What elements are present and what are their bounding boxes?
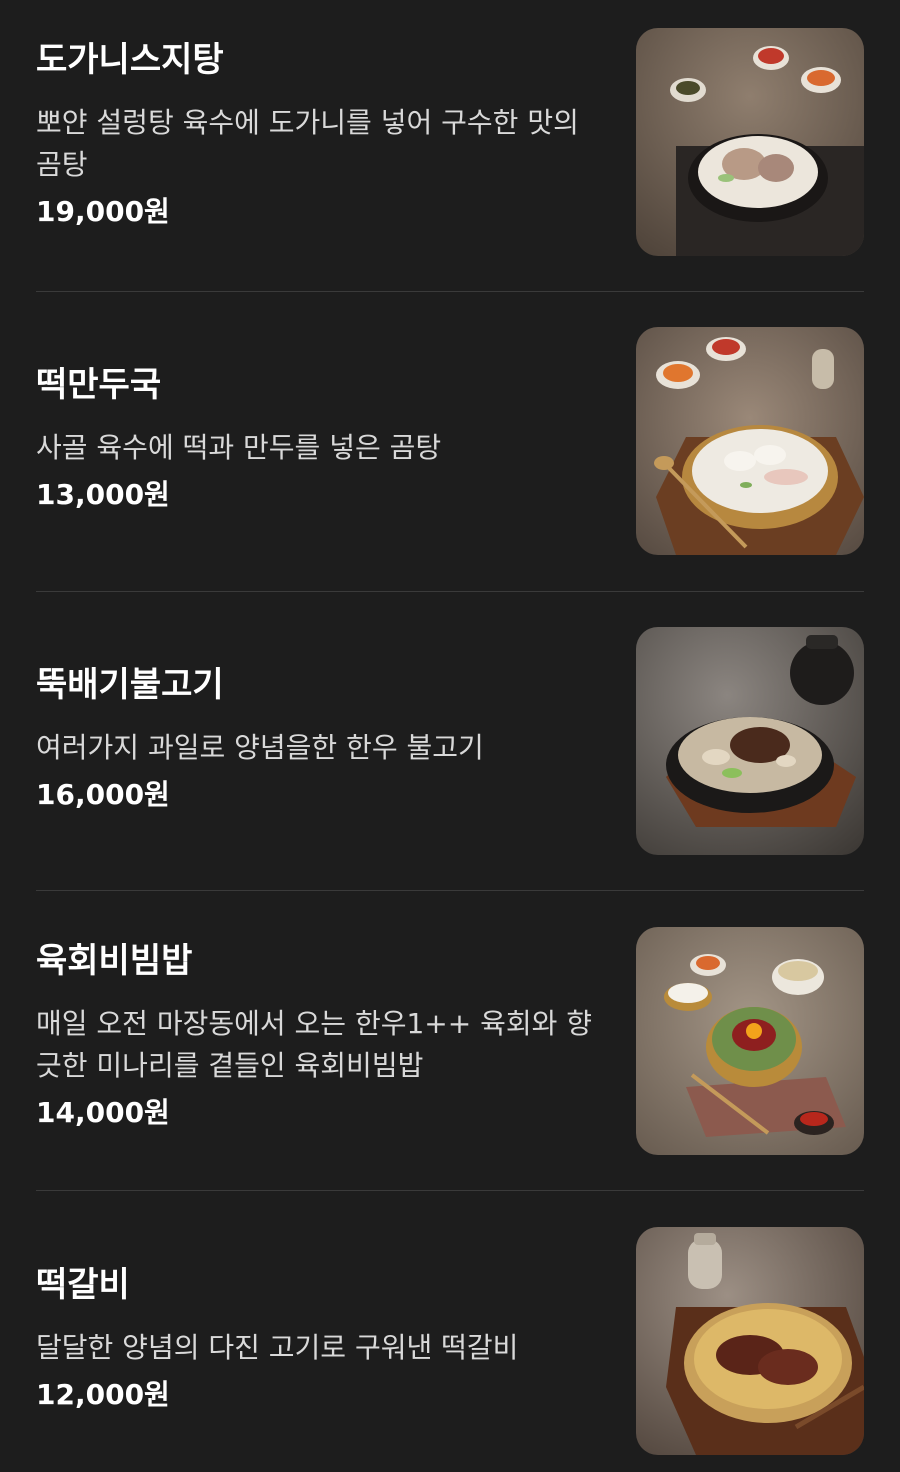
menu-item-name: 떡갈비 [36,1265,130,1305]
menu-item-price: 16,000원 [36,778,170,811]
menu-item-price: 13,000원 [36,478,170,511]
menu-item-price: 19,000원 [36,195,170,228]
divider [36,1190,864,1191]
menu-item-name: 도가니스지탕 [36,40,224,80]
menu-item-text: 뚝배기불고기 여러가지 과일로 양념을한 한우 불고기 16,000원 [36,665,606,813]
menu-item-text: 떡갈비 달달한 양념의 다진 고기로 구워낸 떡갈비 12,000원 [36,1265,606,1413]
menu-item-description: 달달한 양념의 다진 고기로 구워낸 떡갈비 [36,1331,519,1364]
menu-item-text: 육회비빔밥 매일 오전 마장동에서 오는 한우1++ 육회와 향긋한 미나리를 … [36,941,606,1131]
menu-item-description: 여러가지 과일로 양념을한 한우 불고기 [36,731,484,764]
tteokgalbi-plate-photo[interactable] [636,1227,864,1455]
menu-item-price: 12,000원 [36,1378,170,1411]
dumpling-soup-photo[interactable] [636,327,864,555]
yukhoe-bibimbap-photo[interactable] [636,927,864,1155]
menu-item-text: 떡만두국 사골 육수에 떡과 만두를 넣은 곰탕 13,000원 [36,365,606,513]
menu-item-dogani-sujitang[interactable]: 도가니스지탕 뽀얀 설렁탕 육수에 도가니를 넣어 구수한 맛의 곰탕 19,0… [36,28,864,256]
menu-item-text: 도가니스지탕 뽀얀 설렁탕 육수에 도가니를 넣어 구수한 맛의 곰탕 19,0… [36,40,606,230]
menu-item-tteokgalbi[interactable]: 떡갈비 달달한 양념의 다진 고기로 구워낸 떡갈비 12,000원 [36,1227,864,1455]
menu-item-description: 매일 오전 마장동에서 오는 한우1++ 육회와 향긋한 미나리를 곁들인 육회… [36,1007,593,1082]
menu-item-yukhoe-bibimbap[interactable]: 육회비빔밥 매일 오전 마장동에서 오는 한우1++ 육회와 향긋한 미나리를 … [36,927,864,1155]
menu-item-description: 사골 육수에 떡과 만두를 넣은 곰탕 [36,431,442,464]
divider [36,291,864,292]
menu-list: 도가니스지탕 뽀얀 설렁탕 육수에 도가니를 넣어 구수한 맛의 곰탕 19,0… [0,0,900,1472]
divider [36,591,864,592]
divider [36,890,864,891]
bulgogi-hotpot-photo[interactable] [636,627,864,855]
menu-item-name: 떡만두국 [36,365,162,405]
gom-tang-bowl-photo[interactable] [636,28,864,256]
menu-item-ttukbaegi-bulgogi[interactable]: 뚝배기불고기 여러가지 과일로 양념을한 한우 불고기 16,000원 [36,627,864,855]
menu-item-name: 뚝배기불고기 [36,665,224,705]
menu-item-description: 뽀얀 설렁탕 육수에 도가니를 넣어 구수한 맛의 곰탕 [36,106,579,181]
menu-item-tteok-mandu-guk[interactable]: 떡만두국 사골 육수에 떡과 만두를 넣은 곰탕 13,000원 [36,327,864,555]
menu-item-price: 14,000원 [36,1096,170,1129]
menu-item-name: 육회비빔밥 [36,941,193,981]
